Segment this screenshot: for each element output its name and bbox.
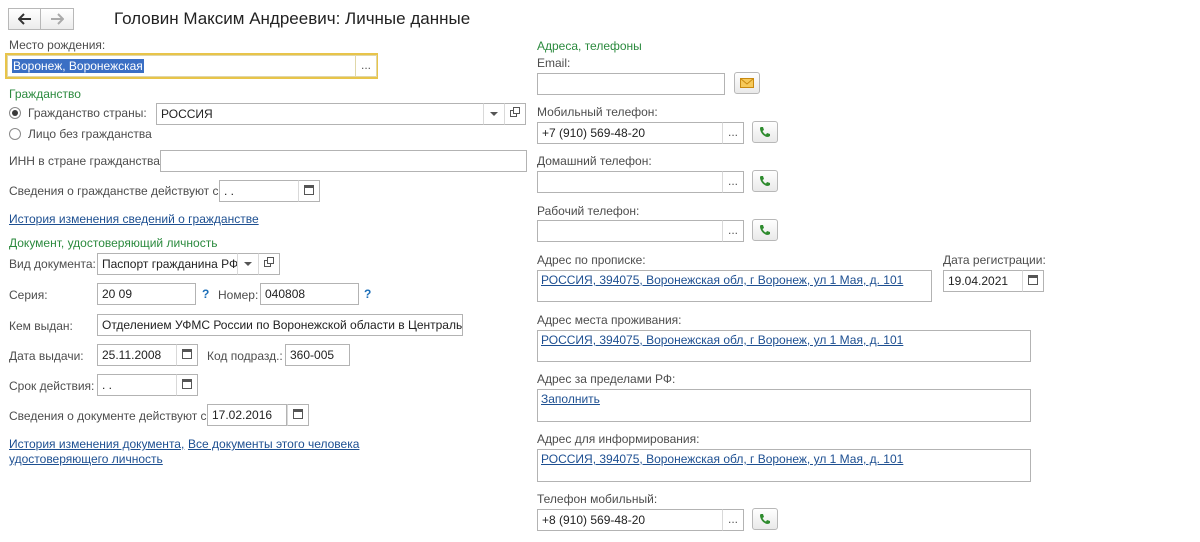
abroad-address-label: Адрес за пределами РФ: <box>537 372 676 386</box>
chevron-down-icon <box>244 262 252 266</box>
reg-date-input[interactable]: 19.04.2021 <box>943 270 1023 292</box>
mobile2-input[interactable]: +8 (910) 569-48-20 <box>537 509 723 531</box>
forward-button[interactable] <box>41 8 74 30</box>
doc-type-label: Вид документа: <box>9 257 96 271</box>
work-phone-label: Рабочий телефон: <box>537 204 640 218</box>
work-phone-input[interactable] <box>537 220 723 242</box>
home-phone-label: Домашний телефон: <box>537 154 652 168</box>
radio-stateless-label: Лицо без гражданства <box>28 127 152 141</box>
abroad-address-field[interactable]: Заполнить <box>537 389 1031 422</box>
citizenship-section-title: Гражданство <box>9 87 81 101</box>
abroad-address-fill-link[interactable]: Заполнить <box>541 392 600 406</box>
call-work-button[interactable] <box>752 219 778 241</box>
doc-type-dropdown-button[interactable] <box>237 253 259 275</box>
series-input[interactable]: 20 09 <box>97 283 196 305</box>
calendar-icon <box>182 378 192 389</box>
reg-address-label: Адрес по прописке: <box>537 253 646 267</box>
citizenship-valid-label: Сведения о гражданстве действуют с: <box>9 184 222 198</box>
citizenship-valid-date-input[interactable]: . . <box>219 180 299 202</box>
country-open-button[interactable] <box>504 103 526 125</box>
email-input[interactable] <box>537 73 725 95</box>
country-dropdown-button[interactable] <box>483 103 505 125</box>
info-address-link[interactable]: РОССИЯ, 394075, Воронежская обл, г Ворон… <box>541 452 903 466</box>
envelope-icon <box>740 78 754 88</box>
mobile2-select-button[interactable]: ... <box>722 509 744 531</box>
calendar-icon <box>1028 274 1038 285</box>
expiry-calendar-button[interactable] <box>176 374 198 396</box>
back-button[interactable] <box>8 8 41 30</box>
reg-date-calendar-button[interactable] <box>1022 270 1044 292</box>
radio-stateless[interactable] <box>9 128 21 140</box>
mobile-select-button[interactable]: ... <box>722 122 744 144</box>
arrow-right-icon <box>51 13 64 25</box>
home-phone-select-button[interactable]: ... <box>722 171 744 193</box>
doc-type-open-button[interactable] <box>258 253 280 275</box>
series-label: Серия: <box>9 288 48 302</box>
doc-valid-label: Сведения о документе действуют с: <box>9 409 210 423</box>
radio-country-citizenship[interactable] <box>9 107 21 119</box>
reg-date-label: Дата регистрации: <box>943 253 1046 267</box>
addresses-section-title: Адреса, телефоны <box>537 39 642 53</box>
number-label: Номер: <box>218 288 259 302</box>
call-mobile2-button[interactable] <box>752 508 778 530</box>
inn-input[interactable] <box>160 150 527 172</box>
home-phone-input[interactable] <box>537 171 723 193</box>
live-address-label: Адрес места проживания: <box>537 313 682 327</box>
mobile-input[interactable]: +7 (910) 569-48-20 <box>537 122 723 144</box>
call-mobile-button[interactable] <box>752 121 778 143</box>
expiry-label: Срок действия: <box>9 379 95 393</box>
doc-history-link[interactable]: История изменения документа, <box>9 437 184 451</box>
calendar-icon <box>182 348 192 359</box>
info-address-label: Адрес для информирования: <box>537 432 700 446</box>
arrow-left-icon <box>17 13 31 25</box>
reg-address-field[interactable]: РОССИЯ, 394075, Воронежская обл, г Ворон… <box>537 270 932 302</box>
phone-icon <box>760 176 770 186</box>
expiry-date-input[interactable]: . . <box>97 374 177 396</box>
phone-icon <box>760 225 770 235</box>
calendar-icon <box>304 184 314 195</box>
doc-valid-calendar-button[interactable] <box>287 404 309 426</box>
all-docs-link[interactable]: Все документы этого человека <box>188 437 359 451</box>
inn-label: ИНН в стране гражданства: <box>9 154 164 168</box>
dept-code-input[interactable]: 360-005 <box>285 344 350 366</box>
reg-address-link[interactable]: РОССИЯ, 394075, Воронежская обл, г Ворон… <box>541 273 903 287</box>
email-label: Email: <box>537 56 571 70</box>
calendar-icon <box>293 408 303 419</box>
issue-date-input[interactable]: 25.11.2008 <box>97 344 177 366</box>
open-form-icon <box>510 107 520 117</box>
country-input[interactable]: РОССИЯ <box>156 103 484 125</box>
dept-code-label: Код подразд.: <box>207 349 283 363</box>
send-email-button[interactable] <box>734 72 760 94</box>
number-input[interactable]: 040808 <box>260 283 359 305</box>
doc-type-input[interactable]: Паспорт гражданина РФ <box>97 253 238 275</box>
citizenship-history-link[interactable]: История изменения сведений о гражданстве <box>9 212 259 226</box>
call-home-button[interactable] <box>752 170 778 192</box>
radio-country-label: Гражданство страны: <box>28 106 147 120</box>
info-address-field[interactable]: РОССИЯ, 394075, Воронежская обл, г Ворон… <box>537 449 1031 482</box>
citizenship-valid-calendar-button[interactable] <box>298 180 320 202</box>
birth-place-input[interactable]: Воронеж, Воронежская <box>7 55 356 77</box>
series-help-icon[interactable]: ? <box>202 287 209 301</box>
document-section-title: Документ, удостоверяющий личность <box>9 236 218 250</box>
mobile-label: Мобильный телефон: <box>537 105 658 119</box>
phone-icon <box>760 127 770 137</box>
issued-by-label: Кем выдан: <box>9 319 73 333</box>
doc-valid-date-input[interactable]: 17.02.2016 <box>207 404 287 426</box>
doc-history-link-line2[interactable]: удостоверяющего личность <box>9 452 163 466</box>
issue-date-label: Дата выдачи: <box>9 349 84 363</box>
mobile2-label: Телефон мобильный: <box>537 492 658 506</box>
number-help-icon[interactable]: ? <box>364 287 371 301</box>
issued-by-input[interactable]: Отделением УФМС России по Воронежской об… <box>97 314 463 336</box>
birth-place-label: Место рождения: <box>9 38 106 52</box>
chevron-down-icon <box>490 112 498 116</box>
issue-date-calendar-button[interactable] <box>176 344 198 366</box>
live-address-field[interactable]: РОССИЯ, 394075, Воронежская обл, г Ворон… <box>537 330 1031 362</box>
birth-place-select-button[interactable]: ... <box>355 55 377 77</box>
page-title: Головин Максим Андреевич: Личные данные <box>114 9 471 28</box>
work-phone-select-button[interactable]: ... <box>722 220 744 242</box>
live-address-link[interactable]: РОССИЯ, 394075, Воронежская обл, г Ворон… <box>541 333 903 347</box>
open-form-icon <box>264 257 274 267</box>
phone-icon <box>760 514 770 524</box>
